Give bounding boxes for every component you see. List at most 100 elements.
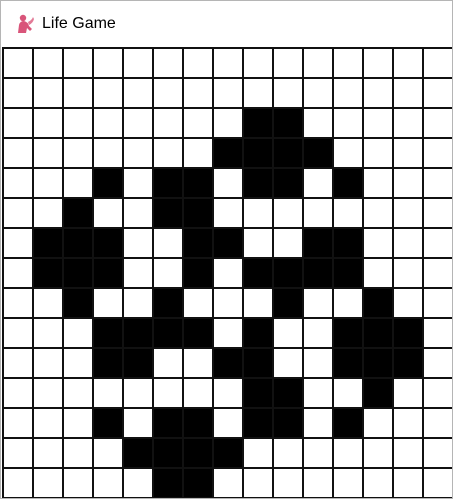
grid-cell[interactable]: [124, 379, 154, 409]
grid-cell[interactable]: [214, 199, 244, 229]
grid-cell[interactable]: [244, 139, 274, 169]
grid-cell[interactable]: [304, 109, 334, 139]
grid-cell[interactable]: [94, 49, 124, 79]
grid-cell[interactable]: [94, 469, 124, 498]
grid-cell[interactable]: [94, 439, 124, 469]
grid-cell[interactable]: [334, 169, 364, 199]
grid-cell[interactable]: [64, 319, 94, 349]
grid-cell[interactable]: [124, 229, 154, 259]
grid-cell[interactable]: [214, 409, 244, 439]
grid-cell[interactable]: [334, 199, 364, 229]
grid-cell[interactable]: [394, 469, 424, 498]
grid-cell[interactable]: [244, 229, 274, 259]
grid-cell[interactable]: [364, 409, 394, 439]
grid-cell[interactable]: [4, 439, 34, 469]
grid-cell[interactable]: [94, 409, 124, 439]
grid-cell[interactable]: [304, 469, 334, 498]
grid-cell[interactable]: [244, 319, 274, 349]
grid-cell[interactable]: [424, 319, 452, 349]
grid-cell[interactable]: [34, 409, 64, 439]
grid-cell[interactable]: [64, 349, 94, 379]
grid-cell[interactable]: [244, 109, 274, 139]
grid-cell[interactable]: [304, 259, 334, 289]
grid-cell[interactable]: [334, 469, 364, 498]
grid-cell[interactable]: [364, 439, 394, 469]
grid-cell[interactable]: [424, 229, 452, 259]
grid-cell[interactable]: [94, 79, 124, 109]
grid-cell[interactable]: [214, 109, 244, 139]
grid-cell[interactable]: [94, 259, 124, 289]
grid-cell[interactable]: [184, 319, 214, 349]
grid-cell[interactable]: [214, 319, 244, 349]
grid-cell[interactable]: [364, 169, 394, 199]
grid-cell[interactable]: [424, 169, 452, 199]
grid-cell[interactable]: [214, 469, 244, 498]
grid-cell[interactable]: [304, 439, 334, 469]
grid-cell[interactable]: [214, 79, 244, 109]
grid-cell[interactable]: [394, 289, 424, 319]
grid-cell[interactable]: [4, 169, 34, 199]
grid-cell[interactable]: [184, 79, 214, 109]
grid-cell[interactable]: [124, 349, 154, 379]
grid-cell[interactable]: [124, 319, 154, 349]
grid-cell[interactable]: [64, 229, 94, 259]
grid-cell[interactable]: [244, 349, 274, 379]
grid-cell[interactable]: [34, 319, 64, 349]
grid-cell[interactable]: [4, 109, 34, 139]
grid-cell[interactable]: [334, 229, 364, 259]
grid-cell[interactable]: [94, 349, 124, 379]
grid-cell[interactable]: [154, 139, 184, 169]
grid-cell[interactable]: [334, 79, 364, 109]
grid-cell[interactable]: [154, 49, 184, 79]
grid-cell[interactable]: [274, 319, 304, 349]
grid-cell[interactable]: [64, 79, 94, 109]
grid-cell[interactable]: [34, 469, 64, 498]
grid-cell[interactable]: [334, 349, 364, 379]
grid-cell[interactable]: [4, 349, 34, 379]
grid-cell[interactable]: [34, 259, 64, 289]
grid-cell[interactable]: [274, 139, 304, 169]
grid-cell[interactable]: [244, 199, 274, 229]
grid-cell[interactable]: [184, 469, 214, 498]
grid-cell[interactable]: [424, 79, 452, 109]
grid-cell[interactable]: [124, 259, 154, 289]
grid-cell[interactable]: [214, 229, 244, 259]
grid-cell[interactable]: [364, 349, 394, 379]
grid-cell[interactable]: [424, 139, 452, 169]
grid-cell[interactable]: [304, 199, 334, 229]
grid-cell[interactable]: [94, 109, 124, 139]
grid-cell[interactable]: [214, 439, 244, 469]
grid-cell[interactable]: [154, 439, 184, 469]
grid-cell[interactable]: [424, 289, 452, 319]
grid-cell[interactable]: [364, 469, 394, 498]
grid-cell[interactable]: [64, 199, 94, 229]
grid-cell[interactable]: [4, 469, 34, 498]
grid-cell[interactable]: [424, 469, 452, 498]
grid-cell[interactable]: [364, 259, 394, 289]
grid-cell[interactable]: [214, 259, 244, 289]
grid-cell[interactable]: [334, 259, 364, 289]
grid-cell[interactable]: [154, 199, 184, 229]
grid-cell[interactable]: [154, 169, 184, 199]
grid-cell[interactable]: [4, 199, 34, 229]
grid-cell[interactable]: [124, 169, 154, 199]
grid-cell[interactable]: [154, 379, 184, 409]
grid-cell[interactable]: [304, 229, 334, 259]
grid-cell[interactable]: [304, 139, 334, 169]
grid-cell[interactable]: [244, 439, 274, 469]
grid-cell[interactable]: [184, 439, 214, 469]
grid-cell[interactable]: [64, 379, 94, 409]
grid-cell[interactable]: [154, 289, 184, 319]
grid-cell[interactable]: [274, 49, 304, 79]
grid-cell[interactable]: [334, 319, 364, 349]
grid-cell[interactable]: [364, 79, 394, 109]
grid-cell[interactable]: [364, 319, 394, 349]
grid-cell[interactable]: [124, 139, 154, 169]
grid-cell[interactable]: [184, 139, 214, 169]
grid-cell[interactable]: [64, 409, 94, 439]
grid-cell[interactable]: [424, 49, 452, 79]
grid-cell[interactable]: [334, 289, 364, 319]
grid-cell[interactable]: [154, 469, 184, 498]
grid-cell[interactable]: [64, 259, 94, 289]
grid-cell[interactable]: [124, 109, 154, 139]
